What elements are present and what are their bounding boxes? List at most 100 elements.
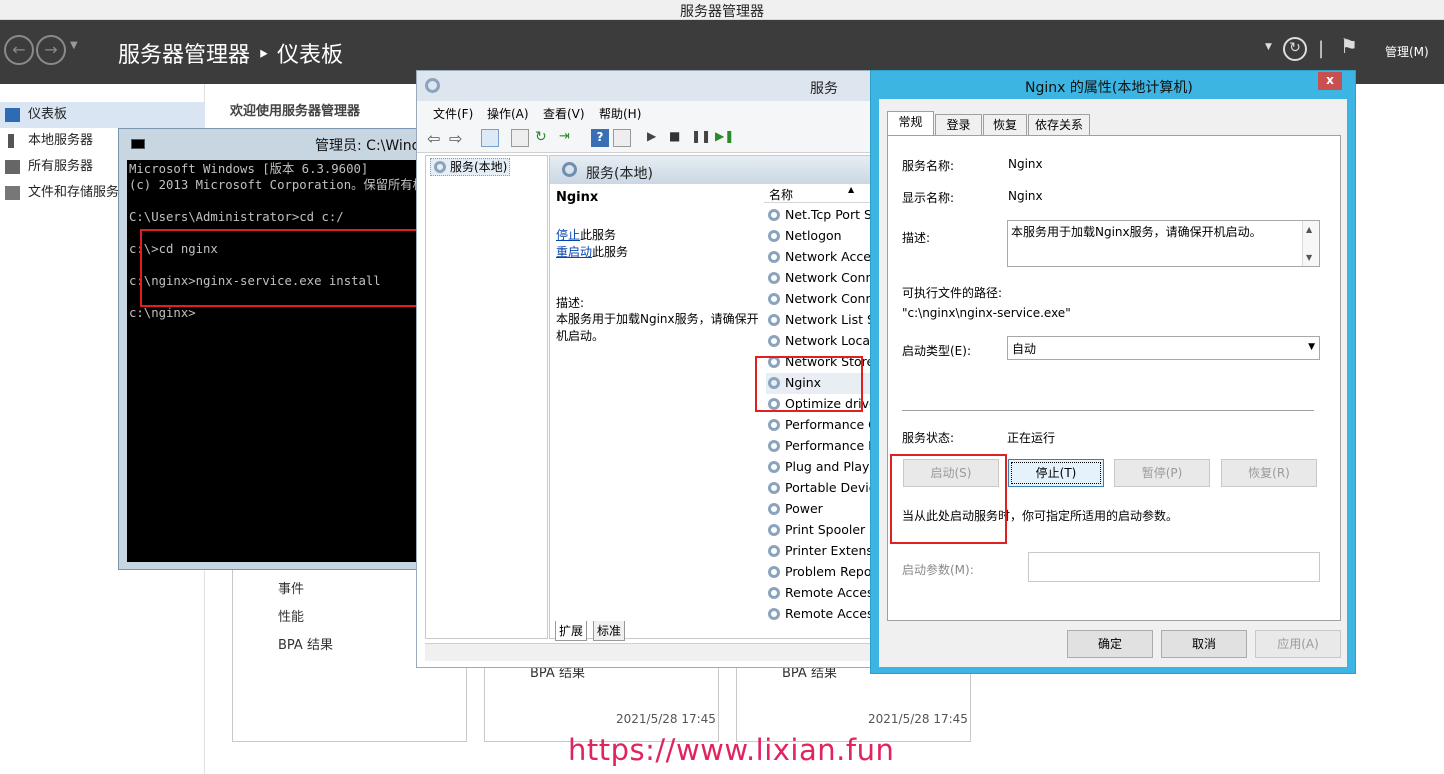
view-icon[interactable] [613, 129, 631, 147]
sidebar-item-dashboard[interactable]: 仪表板 [0, 102, 205, 128]
cmd-console[interactable]: Microsoft Windows [版本 6.3.9600] (c) 2013… [127, 160, 419, 562]
restart-service-link[interactable]: 重启动 [556, 245, 592, 259]
refresh-icon[interactable]: ↻ [535, 129, 553, 147]
tile-performance[interactable]: 性能 [278, 606, 304, 625]
flag-icon[interactable]: ⚑ [1340, 34, 1358, 58]
service-row[interactable]: Portable Device Enumerator Service [766, 478, 873, 499]
gear-icon [768, 482, 780, 494]
dialog-titlebar[interactable]: Nginx 的属性(本地计算机) x [871, 71, 1355, 99]
cmd-titlebar[interactable]: 管理员: C:\Windows\system32\cmd.exe [119, 129, 585, 157]
service-row-name: Portable Device Enumerator Service [785, 480, 873, 495]
general-tab-panel: 服务名称: Nginx 显示名称: Nginx 描述: 本服务用于加载Nginx… [887, 135, 1341, 621]
dialog-body: 常规 登录 恢复 依存关系 服务名称: Nginx 显示名称: Nginx 描述… [879, 99, 1347, 667]
startup-type-select[interactable]: 自动 ▼ [1007, 336, 1320, 360]
service-row[interactable]: Remote Access Auto Connection Manager [766, 583, 873, 604]
tree-node-services-local[interactable]: 服务(本地) [430, 158, 510, 176]
service-row[interactable]: Performance Counter DLL Host [766, 415, 873, 436]
tab-general[interactable]: 常规 [887, 111, 934, 137]
service-row-name: Remote Access Auto Connection Manager [785, 585, 873, 600]
stop-icon[interactable]: ■ [669, 129, 687, 147]
close-button[interactable]: x [1318, 72, 1342, 90]
service-row[interactable]: Plug and Play [766, 457, 873, 478]
restart-service-link-row: 重启动此服务 [556, 243, 628, 260]
stop-service-link[interactable]: 停止 [556, 228, 580, 242]
service-row-name: Net.Tcp Port Sharing Service [785, 207, 873, 222]
restart-icon[interactable]: ▶❚ [715, 129, 734, 147]
service-row[interactable]: Printer Extensions and Notifications [766, 541, 873, 562]
ok-button[interactable]: 确定 [1067, 630, 1153, 658]
service-row-name: Performance Counter DLL Host [785, 417, 873, 432]
manage-menu[interactable]: 管理(M) [1385, 43, 1429, 60]
service-row[interactable]: Print Spooler [766, 520, 873, 541]
service-row[interactable]: Network List Service [766, 310, 873, 331]
history-dropdown-icon[interactable]: ▼ [70, 40, 78, 51]
console-line: Microsoft Windows [版本 6.3.9600] [129, 162, 369, 176]
service-row[interactable]: Network Connections [766, 268, 873, 289]
service-row[interactable]: Remote Access Connection Manager [766, 604, 873, 625]
gear-icon [768, 335, 780, 347]
menu-help[interactable]: 帮助(H) [599, 105, 641, 122]
play-icon[interactable]: ▶ [647, 129, 665, 147]
sidebar-item-label: 仪表板 [28, 107, 68, 122]
highlight-box [890, 454, 1007, 544]
forward-icon[interactable]: ⇨ [449, 129, 467, 148]
scrollbar[interactable]: ▲ ▼ [1302, 221, 1319, 266]
export-icon[interactable]: ⇥ [559, 129, 577, 147]
service-row[interactable]: Network Location Awareness [766, 331, 873, 352]
menu-file[interactable]: 文件(F) [433, 105, 473, 122]
stop-button[interactable]: 停止(T) [1008, 459, 1104, 487]
service-row[interactable]: Problem Reports and Solutions Control Pa… [766, 562, 873, 583]
properties-dialog: Nginx 的属性(本地计算机) x 常规 登录 恢复 依存关系 服务名称: N… [870, 70, 1356, 674]
pause-button[interactable]: 暂停(P) [1114, 459, 1210, 487]
startup-params-input[interactable] [1028, 552, 1320, 582]
service-row[interactable]: Network Access Protection Agent [766, 247, 873, 268]
service-row[interactable]: Network Connectivity Assistant [766, 289, 873, 310]
tab-standard[interactable]: 标准 [593, 621, 626, 641]
properties-icon[interactable] [511, 129, 529, 147]
server-manager-titlebar: 服务器管理器 [0, 0, 1444, 20]
cancel-button[interactable]: 取消 [1161, 630, 1247, 658]
divider [902, 410, 1314, 411]
pause-icon[interactable]: ❚❚ [691, 129, 711, 147]
status-bar [425, 643, 875, 661]
services-window: 服务 文件(F) 操作(A) 查看(V) 帮助(H) ⇦ ⇨ ↻ ⇥ ? ▶ ■… [416, 70, 876, 668]
help-icon[interactable]: ? [591, 129, 609, 147]
service-row[interactable]: Power [766, 499, 873, 520]
forward-arrow-icon[interactable]: → [36, 35, 66, 65]
separator: | [1318, 38, 1325, 59]
column-header-name[interactable]: 名称 ▲ [764, 183, 873, 203]
service-row[interactable]: Netlogon [766, 226, 873, 247]
menu-action[interactable]: 操作(A) [487, 105, 529, 122]
description-field[interactable]: 本服务用于加载Nginx服务，请确保开机启动。 ▲ ▼ [1007, 220, 1320, 267]
notifications-dropdown-icon[interactable]: ▼ [1265, 42, 1272, 52]
scroll-up-icon[interactable]: ▲ [1306, 225, 1312, 234]
gear-icon [768, 209, 780, 221]
back-arrow-icon[interactable]: ← [4, 35, 34, 65]
services-titlebar[interactable]: 服务 [417, 71, 875, 101]
tab-dependencies[interactable]: 依存关系 [1028, 114, 1090, 136]
refresh-icon[interactable]: ↻ [1283, 37, 1307, 61]
tab-recovery[interactable]: 恢复 [983, 114, 1027, 136]
display-name-label: 显示名称: [902, 191, 955, 205]
service-row-name: Network List Service [785, 312, 873, 327]
tile-bpa[interactable]: BPA 结果 [278, 634, 333, 653]
back-icon[interactable]: ⇦ [427, 129, 445, 148]
tile-events[interactable]: 事件 [278, 578, 304, 597]
resume-button[interactable]: 恢复(R) [1221, 459, 1317, 487]
executable-path-value: "c:\nginx\nginx-service.exe" [902, 306, 1071, 320]
sidebar-item-label: 所有服务器 [28, 159, 94, 174]
scroll-down-icon[interactable]: ▼ [1306, 253, 1312, 262]
tile-timestamp: 2021/5/28 17:45 [868, 712, 968, 726]
description-text: 本服务用于加载Nginx服务，请确保开机启动。 [1011, 225, 1262, 239]
service-row[interactable]: Performance Logs & Alerts [766, 436, 873, 457]
show-tree-icon[interactable] [481, 129, 499, 147]
panel-header: 服务(本地) [550, 156, 873, 184]
tab-logon[interactable]: 登录 [935, 114, 982, 136]
view-tabs: 扩展 标准 [551, 619, 751, 641]
service-row[interactable]: Net.Tcp Port Sharing Service [766, 205, 873, 226]
description-label: 描述: [902, 231, 931, 245]
tab-extended[interactable]: 扩展 [555, 621, 588, 641]
gear-icon [768, 545, 780, 557]
apply-button[interactable]: 应用(A) [1255, 630, 1341, 658]
menu-view[interactable]: 查看(V) [543, 105, 585, 122]
